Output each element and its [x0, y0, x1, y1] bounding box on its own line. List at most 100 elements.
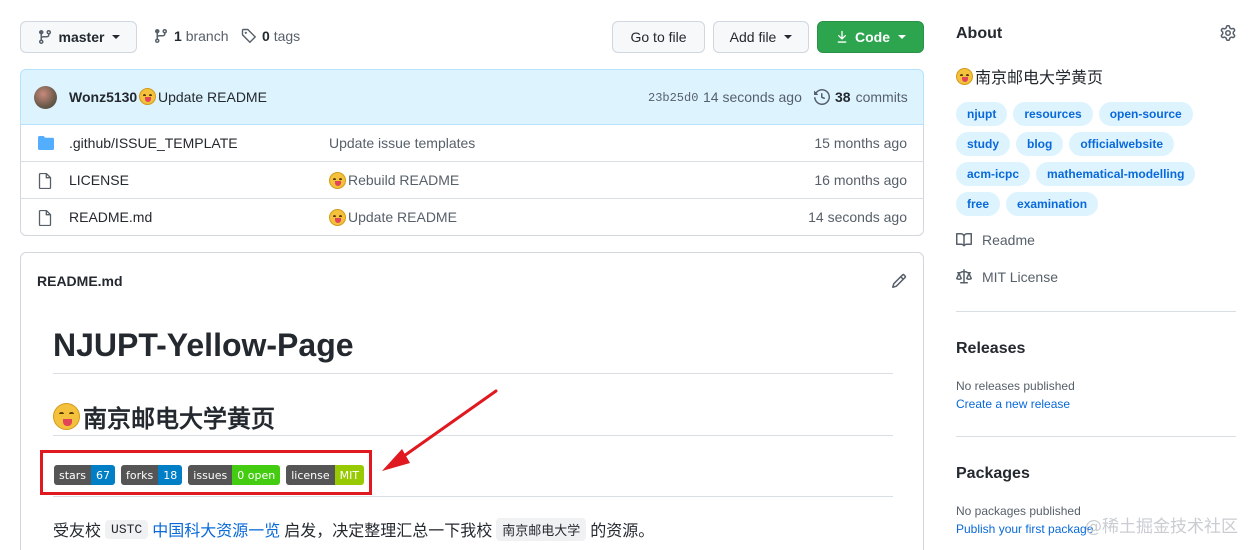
topic-tag[interactable]: study — [956, 132, 1011, 156]
topic-tag[interactable]: blog — [1016, 132, 1064, 156]
divider — [956, 311, 1236, 312]
topic-list: njupt resources open-source study blog o… — [956, 102, 1236, 216]
divider — [956, 436, 1236, 437]
file-commit-message-text: Rebuild README — [348, 172, 460, 188]
file-row[interactable]: .github/ISSUE_TEMPLATE Update issue temp… — [21, 124, 923, 161]
topic-tag[interactable]: mathematical-modelling — [1036, 162, 1196, 186]
commits-link[interactable]: 38 commits — [814, 89, 908, 105]
law-scale-icon — [956, 269, 972, 284]
annotation-highlight-box — [40, 450, 372, 495]
file-name[interactable]: README.md — [69, 209, 152, 225]
para-text: 的资源。 — [590, 523, 655, 540]
topic-tag[interactable]: free — [956, 192, 1001, 216]
readme-paragraph: 受友校 USTC 中国科大资源一览 启发，决定整理汇总一下我校 南京邮电大学 的… — [53, 517, 654, 541]
download-icon — [837, 30, 847, 43]
file-age: 15 months ago — [814, 134, 907, 151]
add-file-button[interactable]: Add file — [713, 21, 809, 53]
branches-link[interactable]: 1 branch — [153, 28, 229, 44]
topic-tag[interactable]: examination — [1006, 192, 1099, 216]
go-to-file-label: Go to file — [630, 29, 687, 45]
ustc-resources-link[interactable]: 中国科大资源一览 — [152, 517, 280, 541]
topic-tag[interactable]: acm-icpc — [956, 162, 1031, 186]
commit-time: 14 seconds ago — [703, 89, 802, 105]
chevron-down-icon — [898, 35, 906, 39]
gear-icon[interactable] — [1220, 25, 1236, 41]
releases-title[interactable]: Releases — [956, 340, 1025, 358]
history-icon — [814, 89, 830, 105]
file-commit-message-text: Update issue templates — [329, 134, 476, 151]
readme-link-label: Readme — [982, 232, 1035, 248]
readme-filename: README.md — [37, 273, 123, 289]
repo-description: 南京邮电大学黄页 — [956, 64, 1103, 88]
repo-description-text: 南京邮电大学黄页 — [975, 70, 1104, 87]
readme-subtitle: 南京邮电大学黄页 — [53, 399, 275, 434]
para-text: 启发，决定整理汇总一下我校 — [284, 523, 493, 540]
yum-emoji-icon — [139, 88, 156, 105]
topic-tag[interactable]: open-source — [1098, 102, 1193, 126]
packages-empty-text: No packages published — [956, 504, 1081, 518]
git-branch-icon — [38, 30, 51, 45]
tag-count: 0 — [262, 28, 270, 44]
para-text: 受友校 — [53, 523, 102, 540]
file-age: 14 seconds ago — [808, 209, 907, 225]
file-icon — [38, 173, 52, 189]
file-icon — [38, 210, 52, 226]
file-age: 16 months ago — [814, 172, 907, 188]
code-button[interactable]: Code — [817, 21, 924, 53]
yum-emoji-icon — [329, 171, 346, 189]
file-name[interactable]: LICENSE — [69, 172, 129, 188]
latest-commit-bar: Wonz5130 Update README 23b25d0 14 second… — [20, 69, 924, 125]
book-icon — [956, 232, 972, 247]
file-row[interactable]: LICENSE Rebuild README 16 months ago — [21, 161, 923, 198]
readme-title: NJUPT-Yellow-Page — [53, 327, 354, 363]
inline-code: USTC — [105, 519, 149, 539]
yum-emoji-icon — [956, 67, 973, 85]
tag-label: tags — [273, 28, 301, 44]
commit-count: 38 — [835, 89, 851, 105]
git-branch-icon — [154, 29, 167, 44]
branch-name: master — [58, 29, 105, 45]
inline-code: 南京邮电大学 — [496, 517, 587, 541]
yum-emoji-icon — [329, 208, 346, 226]
file-name[interactable]: .github/ISSUE_TEMPLATE — [69, 135, 238, 151]
commit-message-wrap[interactable]: Update README — [139, 88, 267, 105]
file-commit-message-text: Update README — [348, 209, 457, 225]
file-commit-message[interactable]: Update issue templates — [329, 135, 475, 151]
tag-icon — [241, 28, 257, 44]
file-commit-message[interactable]: Rebuild README — [329, 171, 460, 189]
commit-hash[interactable]: 23b25d0 — [648, 91, 698, 105]
file-row[interactable]: README.md Update README 14 seconds ago — [21, 198, 923, 235]
code-label: Code — [855, 29, 890, 45]
go-to-file-button[interactable]: Go to file — [612, 21, 705, 53]
license-link-label: MIT License — [982, 269, 1058, 285]
tags-link[interactable]: 0 tags — [241, 28, 300, 44]
chevron-down-icon — [784, 35, 793, 39]
publish-package-link[interactable]: Publish your first package — [956, 522, 1093, 536]
watermark-text: @稀土掘金技术社区 — [1085, 517, 1238, 537]
branch-count: 1 — [174, 28, 182, 44]
divider — [53, 496, 893, 497]
chevron-down-icon — [112, 35, 121, 39]
file-commit-message[interactable]: Update README — [329, 208, 457, 226]
branch-select-button[interactable]: master — [20, 21, 137, 53]
readme-link[interactable]: Readme — [956, 232, 1035, 248]
folder-icon — [38, 136, 54, 150]
annotation-arrow-icon — [382, 389, 498, 471]
create-release-link[interactable]: Create a new release — [956, 397, 1070, 411]
yum-emoji-icon — [53, 403, 80, 430]
topic-tag[interactable]: resources — [1013, 102, 1093, 126]
commit-author[interactable]: Wonz5130 — [69, 89, 137, 105]
commit-message: Update README — [158, 88, 267, 105]
packages-title[interactable]: Packages — [956, 465, 1030, 483]
file-list: .github/ISSUE_TEMPLATE Update issue temp… — [20, 124, 924, 236]
commits-label: commits — [855, 89, 908, 105]
pencil-icon[interactable] — [891, 273, 907, 289]
license-link[interactable]: MIT License — [956, 269, 1058, 285]
readme-subtitle-text: 南京邮电大学黄页 — [83, 406, 275, 433]
topic-tag[interactable]: officialwebsite — [1069, 132, 1175, 156]
about-title: About — [956, 25, 1003, 42]
topic-tag[interactable]: njupt — [956, 102, 1008, 126]
avatar[interactable] — [34, 86, 57, 109]
add-file-label: Add file — [729, 29, 777, 45]
releases-empty-text: No releases published — [956, 379, 1075, 393]
